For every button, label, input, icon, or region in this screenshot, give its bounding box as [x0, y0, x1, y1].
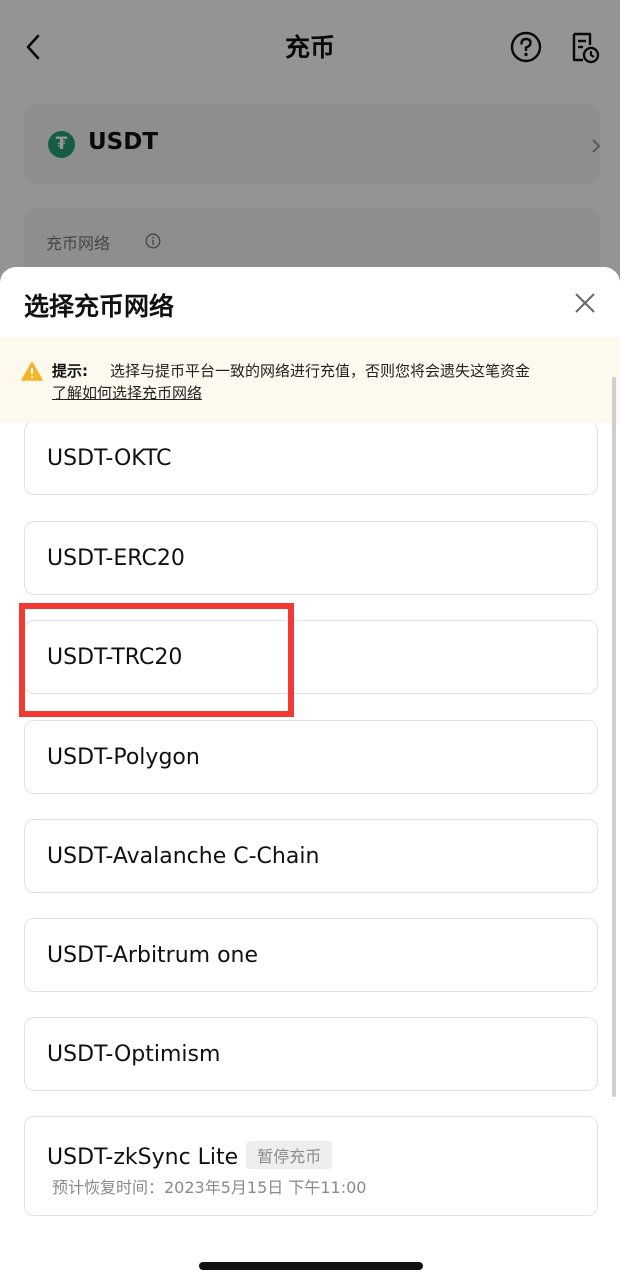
trc20-highlight-annotation: [19, 603, 294, 717]
network-select-sheet: 选择充币网络 USDT-OKTC USDT-ERC20 USDT-TRC20 U…: [0, 267, 620, 1280]
notice-label: 提示:: [52, 362, 88, 380]
network-option-name: USDT-ERC20: [47, 546, 185, 571]
home-indicator[interactable]: [199, 1262, 423, 1270]
scrollbar[interactable]: [612, 377, 616, 1097]
network-option-label: USDT-zkSync Lite: [47, 1145, 239, 1170]
network-option-name: USDT-Arbitrum one: [47, 943, 259, 968]
notice-banner: 提示: 选择与提币平台一致的网络进行充值，否则您将会遗失这笔资金 了解如何选择充…: [0, 337, 620, 423]
notice-text: 选择与提币平台一致的网络进行充值，否则您将会遗失这笔资金: [110, 362, 531, 380]
network-help-link[interactable]: 了解如何选择充币网络: [52, 382, 202, 403]
network-option-arbitrum[interactable]: USDT-Arbitrum one: [24, 918, 598, 992]
network-option-zksync[interactable]: USDT-zkSync Lite 暂停充币 预计恢复时间：2023年5月15日 下…: [24, 1116, 598, 1216]
network-option-name: USDT-Polygon: [47, 745, 200, 770]
network-option-name: USDT-zkSync Lite 暂停充币: [47, 1141, 333, 1170]
network-option-oktc[interactable]: USDT-OKTC: [24, 421, 598, 495]
network-option-name: USDT-Optimism: [47, 1042, 221, 1067]
network-option-erc20[interactable]: USDT-ERC20: [24, 521, 598, 595]
network-option-optimism[interactable]: USDT-Optimism: [24, 1017, 598, 1091]
recovery-time: 预计恢复时间：2023年5月15日 下午11:00: [52, 1178, 367, 1197]
network-option-avalanche[interactable]: USDT-Avalanche C-Chain: [24, 819, 598, 893]
network-option-polygon[interactable]: USDT-Polygon: [24, 720, 598, 794]
warning-icon: [21, 361, 43, 381]
suspended-badge: 暂停充币: [246, 1141, 333, 1169]
network-option-name: USDT-Avalanche C-Chain: [47, 844, 320, 869]
network-option-name: USDT-OKTC: [47, 446, 172, 471]
